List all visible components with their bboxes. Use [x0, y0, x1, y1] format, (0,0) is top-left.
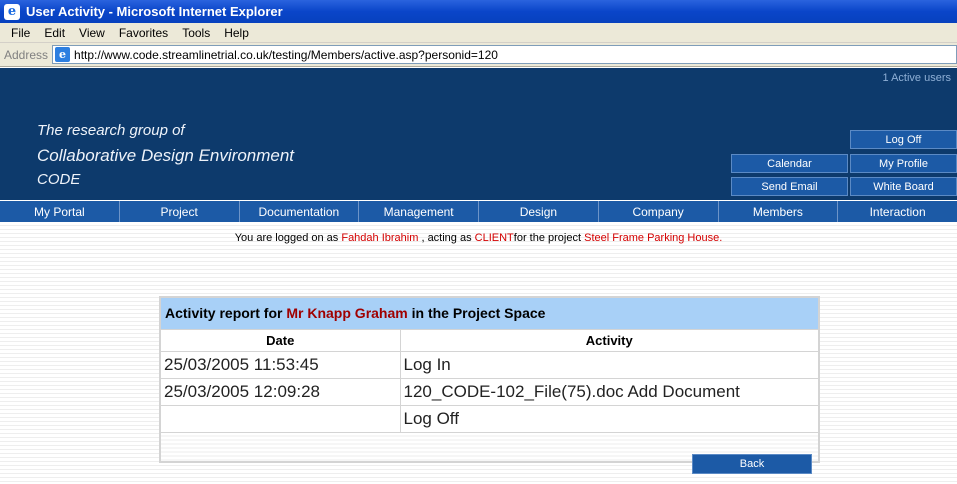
nav-project[interactable]: Project: [120, 201, 240, 222]
report-title: Activity report for Mr Knapp Graham in t…: [159, 296, 820, 330]
status-middle: , acting as: [421, 232, 472, 244]
menu-bar: File Edit View Favorites Tools Help: [0, 23, 957, 43]
row-date: [159, 404, 401, 433]
login-status: You are logged on as Fahdah Ibrahim , ac…: [0, 232, 957, 244]
table-row: 25/03/2005 12:09:28 120_CODE-102_File(75…: [159, 377, 820, 406]
row-activity: Log Off: [399, 404, 820, 433]
menu-help[interactable]: Help: [217, 26, 256, 40]
active-users-count: 1 Active users: [882, 72, 951, 84]
row-activity: Log In: [399, 350, 820, 379]
brand-line-1: The research group of: [37, 122, 185, 139]
address-bar: Address e http://www.code.streamlinetria…: [0, 43, 957, 67]
window-title-bar: e User Activity - Microsoft Internet Exp…: [0, 0, 957, 23]
white-board-button[interactable]: White Board: [850, 177, 957, 196]
menu-view[interactable]: View: [72, 26, 112, 40]
internet-explorer-icon: e: [4, 3, 20, 20]
site-banner: The research group of Collaborative Desi…: [0, 68, 957, 200]
status-project: Steel Frame Parking House.: [584, 232, 723, 244]
address-input[interactable]: e http://www.code.streamlinetrial.co.uk/…: [52, 45, 957, 64]
row-activity: 120_CODE-102_File(75).doc Add Document: [399, 377, 820, 406]
activity-report-table: Activity report for Mr Knapp Graham in t…: [159, 296, 820, 463]
column-header-date: Date: [159, 328, 401, 352]
nav-members[interactable]: Members: [719, 201, 839, 222]
nav-management[interactable]: Management: [359, 201, 479, 222]
report-title-suffix: in the Project Space: [411, 305, 546, 322]
log-off-button[interactable]: Log Off: [850, 130, 957, 149]
nav-interaction[interactable]: Interaction: [838, 201, 957, 222]
address-url: http://www.code.streamlinetrial.co.uk/te…: [74, 47, 498, 62]
nav-documentation[interactable]: Documentation: [240, 201, 360, 222]
status-role: CLIENT: [474, 232, 514, 244]
menu-tools[interactable]: Tools: [175, 26, 217, 40]
send-email-button[interactable]: Send Email: [731, 177, 848, 196]
column-header-activity: Activity: [399, 328, 820, 352]
menu-edit[interactable]: Edit: [37, 26, 72, 40]
window-title: User Activity - Microsoft Internet Explo…: [26, 4, 283, 19]
status-suffix: for the project: [513, 232, 582, 244]
nav-company[interactable]: Company: [599, 201, 719, 222]
menu-file[interactable]: File: [4, 26, 37, 40]
my-profile-button[interactable]: My Profile: [850, 154, 957, 173]
back-button[interactable]: Back: [692, 454, 812, 474]
calendar-button[interactable]: Calendar: [731, 154, 848, 173]
row-date: 25/03/2005 12:09:28: [159, 377, 401, 406]
table-row: 25/03/2005 11:53:45 Log In: [159, 350, 820, 379]
nav-design[interactable]: Design: [479, 201, 599, 222]
main-nav: My Portal Project Documentation Manageme…: [0, 201, 957, 222]
row-date: 25/03/2005 11:53:45: [159, 350, 401, 379]
brand-line-3: CODE: [37, 171, 81, 188]
page-content: You are logged on as Fahdah Ibrahim , ac…: [0, 222, 957, 484]
report-person: Mr Knapp Graham: [286, 305, 408, 322]
status-prefix: You are logged on as: [234, 232, 339, 244]
table-row: Log Off: [159, 404, 820, 433]
address-label: Address: [4, 47, 49, 62]
brand-line-2: Collaborative Design Environment: [37, 146, 295, 165]
nav-my-portal[interactable]: My Portal: [0, 201, 120, 222]
status-user: Fahdah Ibrahim: [341, 232, 419, 244]
menu-favorites[interactable]: Favorites: [112, 26, 175, 40]
page-icon: e: [55, 47, 71, 62]
report-title-prefix: Activity report for: [165, 305, 283, 322]
